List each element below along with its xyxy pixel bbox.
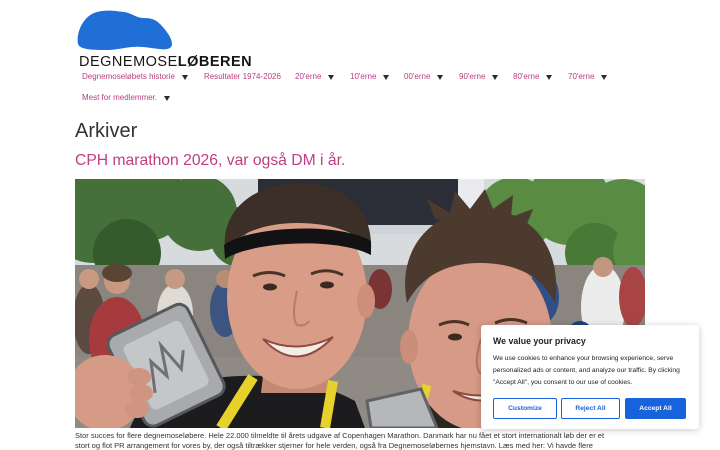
runner-left-ear bbox=[357, 284, 375, 318]
finger bbox=[125, 400, 149, 418]
nav-item-degnemoselobets-historie[interactable]: Degnemoseløbets historie bbox=[82, 71, 188, 83]
spectator-head bbox=[79, 269, 99, 289]
cookie-banner-title: We value your privacy bbox=[493, 336, 586, 346]
nav-item-label: Resultater 1974-2026 bbox=[204, 72, 281, 81]
nav-item-resultater[interactable]: Resultater 1974-2026 bbox=[204, 71, 281, 83]
nav-item-label: 20'erne bbox=[295, 72, 322, 81]
nav-item-label: 80'erne bbox=[513, 72, 540, 81]
chevron-down-icon[interactable] bbox=[546, 75, 553, 80]
accept-all-button[interactable]: Accept All bbox=[625, 398, 686, 419]
nav-item-20erne[interactable]: 20'erne bbox=[295, 71, 335, 83]
logo-wordmark: DEGNEMOSELØBEREN bbox=[79, 54, 252, 70]
archive-title: Arkiver bbox=[75, 120, 138, 142]
nav-item-90erne[interactable]: 90'erne bbox=[459, 71, 499, 83]
logo-word-degnemose: DEGNEMOSE bbox=[79, 54, 178, 70]
chevron-down-icon[interactable] bbox=[437, 75, 444, 80]
nav-item-label: 90'erne bbox=[459, 72, 486, 81]
finger bbox=[129, 384, 153, 402]
chevron-down-icon[interactable] bbox=[164, 96, 171, 101]
nav-item-10erne[interactable]: 10'erne bbox=[350, 71, 390, 83]
runner-left-eye bbox=[320, 281, 334, 289]
cookie-banner-description: We use cookies to enhance your browsing … bbox=[493, 355, 680, 386]
nav-item-70erne[interactable]: 70'erne bbox=[568, 71, 608, 83]
nav-item-label: Mest for medlemmer. bbox=[82, 93, 158, 102]
nav-item-label: 00'erne bbox=[404, 72, 431, 81]
reject-all-button[interactable]: Reject All bbox=[561, 398, 620, 419]
excerpt-line: Stor succes for flere degnemoseløbere. H… bbox=[75, 431, 605, 440]
nav-item-label: Degnemoseløbets historie bbox=[82, 72, 175, 81]
runner-right-ear bbox=[400, 330, 418, 364]
nav-item-label: 10'erne bbox=[350, 72, 377, 81]
chevron-down-icon[interactable] bbox=[328, 75, 335, 80]
chevron-down-icon[interactable] bbox=[492, 75, 499, 80]
excerpt-line: stort og flot PR arrangement for vores b… bbox=[75, 440, 593, 450]
site-logo[interactable]: DEGNEMOSELØBEREN bbox=[76, 6, 252, 70]
spectator-head bbox=[593, 257, 613, 277]
runner-right-eye bbox=[448, 333, 462, 341]
spectator-hair bbox=[102, 264, 132, 282]
cookie-consent-banner: We value your privacy We use cookies to … bbox=[481, 325, 699, 429]
chevron-down-icon[interactable] bbox=[383, 75, 390, 80]
chevron-down-icon[interactable] bbox=[181, 75, 188, 80]
spectator-head bbox=[165, 269, 185, 289]
nav-item-mest-for-medlemmer[interactable]: Mest for medlemmer. bbox=[82, 92, 171, 104]
nav-item-00erne[interactable]: 00'erne bbox=[404, 71, 444, 83]
runner-left-eye bbox=[263, 283, 277, 291]
post-excerpt: Stor succes for flere degnemoseløbere. H… bbox=[75, 431, 675, 450]
logo-word-loberen: LØBEREN bbox=[177, 54, 253, 70]
finger bbox=[127, 368, 151, 386]
chevron-down-icon[interactable] bbox=[601, 75, 608, 80]
nav-item-label: 70'erne bbox=[568, 72, 595, 81]
nav-item-80erne[interactable]: 80'erne bbox=[513, 71, 553, 83]
post-title-link[interactable]: CPH marathon 2026, var også DM i år. bbox=[75, 151, 345, 171]
customize-button[interactable]: Customize bbox=[493, 398, 557, 419]
logo-blue-blob bbox=[77, 10, 172, 50]
site-logo-mark bbox=[77, 10, 172, 50]
